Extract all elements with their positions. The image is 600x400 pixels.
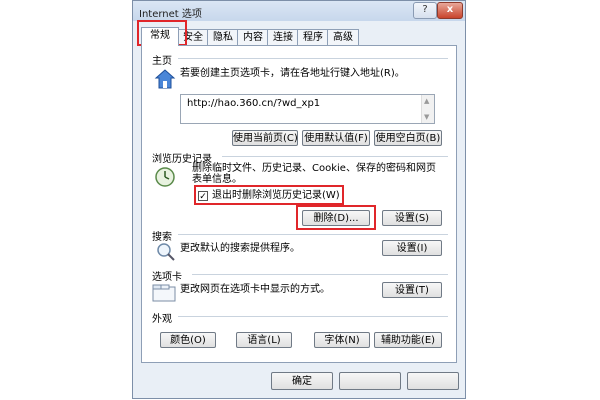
internet-options-dialog: Internet 选项 ? x 常规 安全 隐私 内容 连接 程序 高级 主页 … — [132, 0, 466, 399]
home-section-label: 主页 — [152, 56, 172, 67]
appearance-section-label: 外观 — [152, 314, 172, 325]
use-default-button[interactable]: 使用默认值(F) — [302, 130, 370, 146]
search-description: 更改默认的搜索提供程序。 — [180, 243, 300, 254]
use-blank-page-button[interactable]: 使用空白页(B) — [374, 130, 442, 146]
section-divider — [178, 58, 448, 59]
home-icon — [154, 69, 176, 89]
ok-button[interactable]: 确定 — [271, 372, 333, 390]
tabs-section-label: 选项卡 — [152, 272, 182, 283]
tab-general[interactable]: 常规 — [141, 27, 179, 46]
scroll-down-arrow-icon[interactable]: ▼ — [424, 113, 429, 121]
home-page-url-value: http://hao.360.cn/?wd_xp1 — [187, 98, 321, 109]
search-settings-button[interactable]: 设置(I) — [382, 240, 442, 256]
cancel-button[interactable] — [339, 372, 401, 390]
tab-privacy[interactable]: 隐私 — [207, 29, 239, 45]
history-description-line2: 表单信息。 — [192, 174, 242, 185]
section-divider — [178, 234, 448, 235]
tabs-settings-button[interactable]: 设置(T) — [382, 282, 442, 298]
title-bar[interactable]: Internet 选项 ? x — [133, 1, 465, 21]
apply-button[interactable] — [407, 372, 459, 390]
fonts-button[interactable]: 字体(N) — [314, 332, 370, 348]
languages-button[interactable]: 语言(L) — [236, 332, 292, 348]
url-scrollbar[interactable]: ▲ ▼ — [421, 95, 434, 123]
tab-content[interactable]: 内容 — [237, 29, 269, 45]
tabs-description: 更改网页在选项卡中显示的方式。 — [180, 284, 330, 295]
section-divider — [222, 156, 448, 157]
tabs-icon — [152, 284, 176, 302]
delete-on-exit-label[interactable]: 退出时删除浏览历史记录(W) — [212, 190, 340, 202]
help-button[interactable]: ? — [413, 2, 437, 19]
dialog-title: Internet 选项 — [139, 9, 202, 20]
home-page-url-field[interactable]: http://hao.360.cn/?wd_xp1 ▲ ▼ — [180, 94, 435, 124]
general-tab-panel: 主页 若要创建主页选项卡，请在各地址行键入地址(R)。 http://hao.3… — [141, 45, 457, 363]
tab-programs[interactable]: 程序 — [297, 29, 329, 45]
section-divider — [192, 274, 448, 275]
magnifier-icon — [157, 243, 175, 261]
history-clock-icon — [155, 167, 175, 187]
search-section-label: 搜索 — [152, 232, 172, 243]
scroll-up-arrow-icon[interactable]: ▲ — [424, 97, 429, 105]
tab-security[interactable]: 安全 — [177, 29, 209, 45]
close-button[interactable]: x — [437, 2, 463, 19]
tab-advanced[interactable]: 高级 — [327, 29, 359, 45]
delete-on-exit-checkbox[interactable]: ✓ — [198, 191, 208, 202]
accessibility-button[interactable]: 辅助功能(E) — [374, 332, 442, 348]
use-current-page-button[interactable]: 使用当前页(C) — [232, 130, 298, 146]
section-divider — [178, 316, 448, 317]
colors-button[interactable]: 颜色(O) — [160, 332, 216, 348]
delete-history-button[interactable]: 删除(D)... — [302, 210, 370, 226]
home-description: 若要创建主页选项卡，请在各地址行键入地址(R)。 — [180, 68, 405, 79]
history-settings-button[interactable]: 设置(S) — [382, 210, 442, 226]
tab-connections[interactable]: 连接 — [267, 29, 299, 45]
